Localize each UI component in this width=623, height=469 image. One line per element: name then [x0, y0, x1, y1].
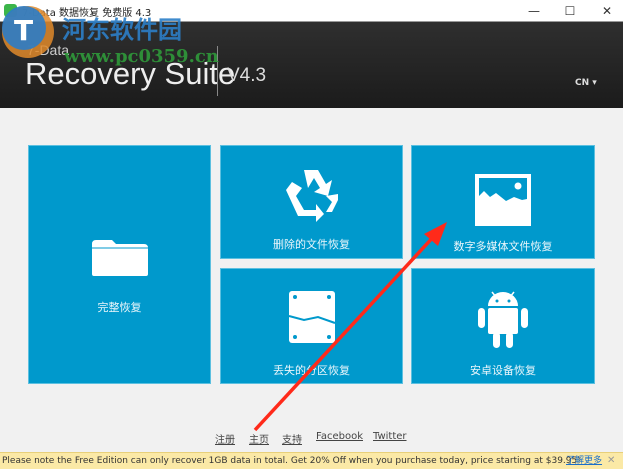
maximize-button[interactable]: ☐: [555, 2, 585, 20]
version-label: V4.3: [227, 65, 267, 86]
register-link[interactable]: 注册: [215, 431, 235, 446]
tile-label: 数字多媒体文件恢复: [453, 240, 553, 253]
minimize-button[interactable]: —: [519, 2, 549, 20]
window-title: 7-Data 数据恢复 免费版 4.3: [22, 8, 152, 19]
title-bar: 7-Data 数据恢复 免费版 4.3 — ☐ ✕: [0, 0, 623, 22]
banner-close-button[interactable]: ✕: [607, 453, 615, 469]
divider: [217, 46, 218, 96]
tile-label: 删除的文件恢复: [273, 238, 350, 251]
app-header: 7-Data Recovery Suite V4.3 CN ▾: [0, 22, 623, 108]
brand-title: Recovery Suite: [25, 56, 236, 91]
recycle-icon: [285, 170, 338, 222]
promo-banner: Please note the Free Edition can only re…: [0, 452, 623, 469]
language-dropdown[interactable]: CN ▾: [575, 78, 597, 88]
tile-android-recovery[interactable]: 安卓设备恢复: [411, 268, 595, 384]
facebook-link[interactable]: Facebook: [316, 431, 363, 442]
tile-full-recovery[interactable]: 完整恢复: [28, 145, 211, 384]
tile-deleted-file-recovery[interactable]: 删除的文件恢复: [220, 145, 403, 259]
hard-drive-icon: [288, 291, 335, 343]
tile-lost-partition-recovery[interactable]: 丢失的分区恢复: [220, 268, 403, 384]
app-icon: [4, 4, 17, 17]
tile-label: 丢失的分区恢复: [273, 364, 350, 377]
tile-label: 完整恢复: [97, 301, 142, 314]
home-link[interactable]: 主页: [249, 431, 269, 446]
folder-icon: [91, 240, 148, 276]
image-icon: [475, 174, 531, 226]
tile-multimedia-recovery[interactable]: 数字多媒体文件恢复: [411, 145, 595, 259]
tile-label: 安卓设备恢复: [470, 364, 536, 377]
support-link[interactable]: 支持: [282, 431, 302, 446]
twitter-link[interactable]: Twitter: [373, 431, 407, 442]
close-button[interactable]: ✕: [592, 2, 622, 20]
banner-text: Please note the Free Edition can only re…: [2, 456, 581, 466]
learn-more-link[interactable]: 了解更多: [566, 453, 602, 469]
android-icon: [478, 291, 528, 348]
